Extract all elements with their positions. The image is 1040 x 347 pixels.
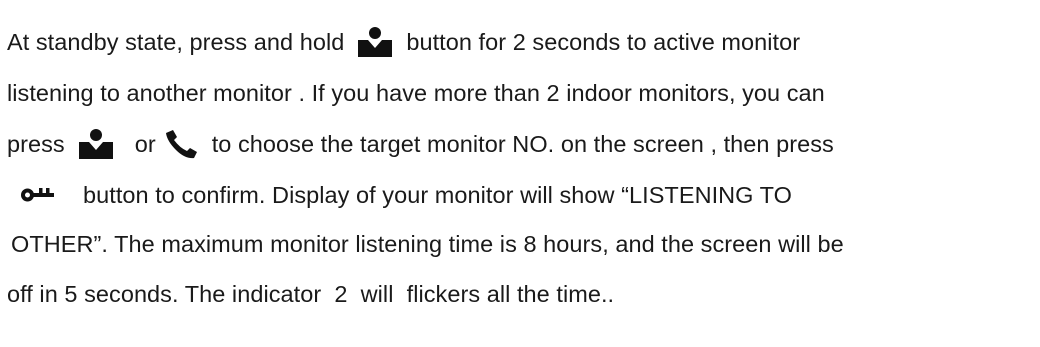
line5-text: OTHER”. The maximum monitor listening ti… [11,230,844,257]
paragraph-line-6: off in 5 seconds. The indicator 2 will f… [7,276,614,312]
paragraph-line-4: button to confirm. Display of your monit… [7,177,792,213]
line3-text-before: press [7,130,65,157]
line3-text-after: to choose the target monitor NO. on the … [211,130,834,157]
person-monitor-icon [358,27,393,57]
line4-text-after: button to confirm. Display of your monit… [83,181,792,208]
paragraph-line-2: listening to another monitor . If you ha… [7,75,825,111]
line1-text-after: button for 2 seconds to active monitor [406,28,801,55]
line1-text-before: At standby state, press and hold [7,28,345,55]
line6-text: off in 5 seconds. The indicator 2 will f… [7,280,615,307]
person-monitor-icon [78,129,113,159]
key-icon [21,187,55,203]
line2-text: listening to another monitor . If you ha… [7,79,825,106]
manual-paragraph: At standby state, press and hold button … [0,0,1040,347]
line3-text-or: or [134,130,156,157]
paragraph-line-3: press or to choose the target monitor NO… [7,126,834,162]
paragraph-line-5: OTHER”. The maximum monitor listening ti… [7,226,844,262]
paragraph-line-1: At standby state, press and hold button … [7,24,800,60]
handset-icon [164,129,198,159]
